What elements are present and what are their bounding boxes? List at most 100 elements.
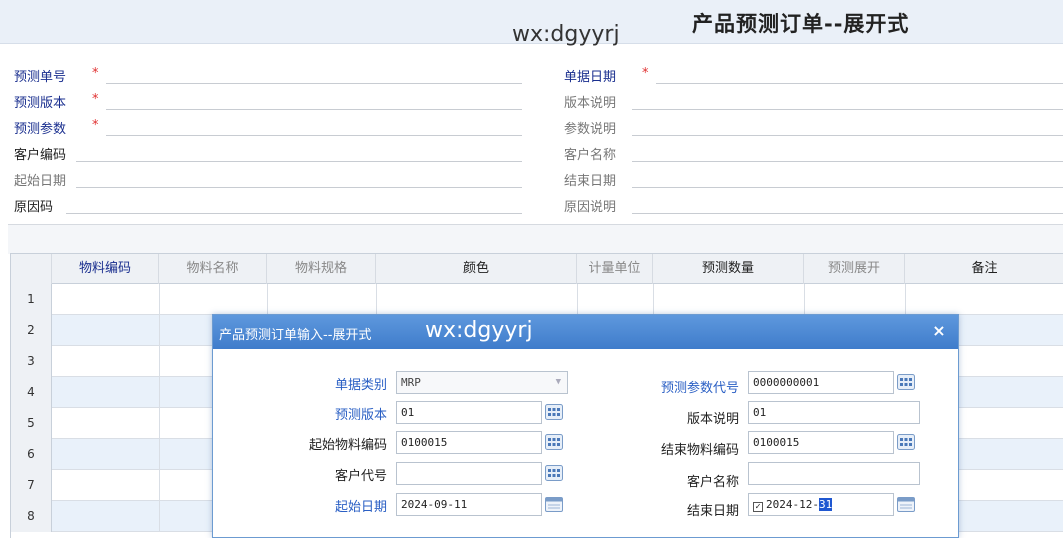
column-header[interactable]: 颜色 <box>376 254 577 285</box>
field-customer-name[interactable]: 客户名称 <box>564 142 1063 164</box>
field-label: 预测参数 <box>14 122 67 137</box>
cell-divider <box>159 408 160 439</box>
input-underline[interactable] <box>632 213 1063 214</box>
cell-divider <box>159 377 160 408</box>
table-row[interactable]: 1 <box>11 284 1063 315</box>
column-header[interactable]: 预测展开 <box>804 254 905 285</box>
grid-toolbar-band <box>8 224 1063 254</box>
field-label: 客户编码 <box>14 148 67 163</box>
end-material-input[interactable]: 0100015 <box>748 431 894 454</box>
lookup-icon[interactable] <box>544 433 564 451</box>
lookup-icon[interactable] <box>544 464 564 482</box>
input-underline[interactable] <box>66 213 522 214</box>
lookup-icon[interactable] <box>896 373 916 391</box>
row-number: 1 <box>11 284 52 315</box>
customer-code-input[interactable] <box>396 462 542 485</box>
input-underline[interactable] <box>632 109 1063 110</box>
column-header[interactable]: 物料规格 <box>267 254 376 285</box>
forecast-input-dialog[interactable]: 产品预测订单输入--展开式 wx:dgyyrj × 单据类别 MRP ▼ 预测版… <box>212 314 959 538</box>
input-underline[interactable] <box>632 187 1063 188</box>
end-date-label: 结束日期 <box>686 504 739 519</box>
input-underline[interactable] <box>106 135 522 136</box>
version-desc-input[interactable]: 01 <box>748 401 920 424</box>
field-label: 客户名称 <box>564 148 617 163</box>
cell-divider <box>653 284 654 315</box>
input-underline[interactable] <box>632 161 1063 162</box>
required-star: * <box>92 118 99 133</box>
grid-header: 物料编码 物料名称 物料规格 颜色 计量单位 预测数量 预测展开 备注 <box>11 253 1063 285</box>
field-customer-code[interactable]: 客户编码 <box>14 142 524 164</box>
input-underline[interactable] <box>76 187 522 188</box>
version-desc-label: 版本说明 <box>686 412 739 427</box>
field-end-date[interactable]: 结束日期 <box>564 168 1063 190</box>
start-date-input[interactable]: 2024-09-11 <box>396 493 542 516</box>
end-material-label: 结束物料编码 <box>660 443 739 458</box>
cell-divider <box>577 284 578 315</box>
field-label: 单据日期 <box>564 70 617 85</box>
forecast-version-label: 预测版本 <box>334 408 387 423</box>
start-date-value: 2024-09-11 <box>401 498 468 511</box>
input-underline[interactable] <box>76 161 522 162</box>
dialog-title-bar[interactable]: 产品预测订单输入--展开式 wx:dgyyrj × <box>213 315 958 349</box>
watermark-text: wx:dgyyrj <box>512 22 620 47</box>
field-label: 起始日期 <box>14 174 67 189</box>
column-header[interactable]: 物料编码 <box>52 254 159 285</box>
required-star: * <box>92 92 99 107</box>
cell-divider <box>376 284 377 315</box>
field-label: 预测单号 <box>14 70 67 85</box>
field-forecast-no[interactable]: 预测单号 * <box>14 64 524 86</box>
start-material-input[interactable]: 0100015 <box>396 431 542 454</box>
end-date-input[interactable]: ✓ 2024-12-31 <box>748 493 894 516</box>
input-underline[interactable] <box>106 83 522 84</box>
field-reason-code[interactable]: 原因码 <box>14 194 524 216</box>
calendar-icon[interactable] <box>896 495 916 513</box>
cell-divider <box>159 501 160 532</box>
required-star: * <box>92 66 99 81</box>
doc-type-select[interactable]: MRP ▼ <box>396 371 568 394</box>
lookup-icon[interactable] <box>544 403 564 421</box>
row-number: 4 <box>11 377 52 408</box>
header-corner <box>11 254 52 285</box>
version-desc-value: 01 <box>753 406 767 419</box>
field-label: 结束日期 <box>564 174 617 189</box>
field-forecast-param[interactable]: 预测参数 * <box>14 116 524 138</box>
field-start-date[interactable]: 起始日期 <box>14 168 524 190</box>
row-number: 8 <box>11 501 52 532</box>
cell-divider <box>267 284 268 315</box>
cell-divider <box>159 315 160 346</box>
field-doc-date[interactable]: 单据日期 * <box>564 64 1063 86</box>
forecast-version-input[interactable]: 01 <box>396 401 542 424</box>
row-number: 3 <box>11 346 52 377</box>
calendar-icon[interactable] <box>544 495 564 513</box>
input-underline[interactable] <box>632 135 1063 136</box>
field-version-desc[interactable]: 版本说明 <box>564 90 1063 112</box>
field-forecast-version[interactable]: 预测版本 * <box>14 90 524 112</box>
lookup-icon[interactable] <box>896 433 916 451</box>
customer-name-input[interactable] <box>748 462 920 485</box>
field-label: 参数说明 <box>564 122 617 137</box>
dialog-title: 产品预测订单输入--展开式 <box>219 328 372 343</box>
row-number: 2 <box>11 315 52 346</box>
column-header[interactable]: 备注 <box>905 254 1063 285</box>
column-header[interactable]: 计量单位 <box>577 254 653 285</box>
field-param-desc[interactable]: 参数说明 <box>564 116 1063 138</box>
column-header[interactable]: 物料名称 <box>159 254 267 285</box>
doc-type-value: MRP <box>401 376 421 389</box>
close-icon[interactable]: × <box>929 321 949 341</box>
field-label: 预测版本 <box>14 96 67 111</box>
param-code-input[interactable]: 0000000001 <box>748 371 894 394</box>
cell-divider <box>159 470 160 501</box>
end-material-value: 0100015 <box>753 436 800 449</box>
required-star: * <box>642 66 649 81</box>
field-label: 原因说明 <box>564 200 617 215</box>
column-header[interactable]: 预测数量 <box>653 254 804 285</box>
input-underline[interactable] <box>106 109 522 110</box>
input-underline[interactable] <box>656 83 1063 84</box>
end-date-checkbox[interactable]: ✓ <box>753 502 763 512</box>
start-date-label: 起始日期 <box>334 500 387 515</box>
end-date-value-selected: 31 <box>818 498 833 511</box>
cell-divider <box>159 346 160 377</box>
field-reason-desc[interactable]: 原因说明 <box>564 194 1063 216</box>
page-title: 产品预测订单--展开式 <box>692 12 910 36</box>
chevron-down-icon[interactable]: ▼ <box>556 372 561 393</box>
